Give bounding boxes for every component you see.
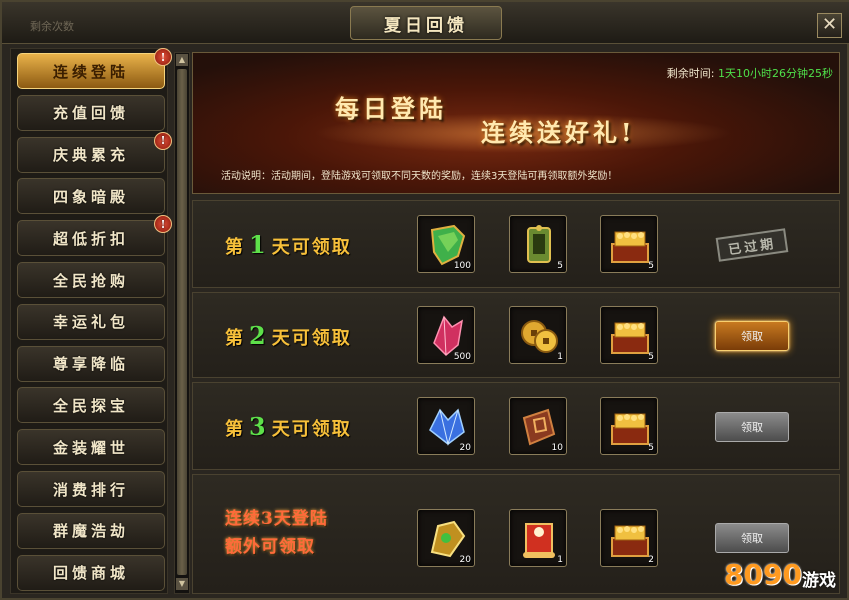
bonus-line-2: 额外可领取 <box>225 537 315 557</box>
claim-button[interactable]: 领取 <box>715 321 789 351</box>
watermark-text: 游戏 <box>802 571 836 591</box>
item-quantity: 5 <box>648 261 654 271</box>
claim-button[interactable]: 领取 <box>715 523 789 553</box>
day-prefix: 第 <box>225 237 245 258</box>
day-label: 第 3 天可领取 <box>225 412 352 441</box>
sidebar-item-8[interactable]: 尊享降临 <box>17 345 165 382</box>
day-suffix: 天可领取 <box>271 419 352 440</box>
expired-stamp: 已过期 <box>715 228 789 262</box>
sidebar-item-label: 超低折扣 <box>52 229 129 248</box>
sidebar-item-label: 庆典累充 <box>52 146 129 165</box>
bonus-label: 连续3天登陆 额外可领取 <box>225 505 328 561</box>
day-label: 第 2 天可领取 <box>225 321 352 350</box>
item-quantity: 10 <box>551 443 563 453</box>
reward-slot[interactable]: 5 <box>509 215 567 273</box>
timer-label: 剩余时间: <box>666 67 715 80</box>
day-number: 2 <box>249 321 268 350</box>
day-label: 第 1 天可领取 <box>225 230 352 259</box>
day-number: 3 <box>249 412 268 441</box>
item-quantity: 20 <box>459 555 471 565</box>
item-quantity: 1 <box>557 352 563 362</box>
reward-slot[interactable]: 5 <box>600 306 658 364</box>
sidebar-item-label: 全民抢购 <box>52 271 129 290</box>
item-quantity: 5 <box>648 352 654 362</box>
item-quantity: 100 <box>453 261 471 271</box>
item-quantity: 1 <box>557 555 563 565</box>
sidebar-scrollbar[interactable]: ▲ ▼ <box>174 52 190 594</box>
sidebar-item-6[interactable]: 全民抢购 <box>17 262 165 298</box>
day-number: 1 <box>249 230 268 259</box>
remaining-time: 剩余时间: 1天10小时26分钟25秒 <box>667 65 833 81</box>
sidebar-item-label: 充值回馈 <box>52 104 129 123</box>
reward-slot[interactable]: 10 <box>509 397 567 455</box>
title-bar: 剩余次数 夏日回馈 ✕ <box>2 2 849 44</box>
reward-row-day-1: 第 1 天可领取 100 5 5 已过期 <box>192 200 840 288</box>
sidebar-item-label: 群魔浩劫 <box>52 522 129 541</box>
event-banner: 每日登陆 连续送好礼! 剩余时间: 1天10小时26分钟25秒 活动说明：活动期… <box>192 52 840 194</box>
reward-slot[interactable]: 5 <box>600 397 658 455</box>
claim-button[interactable]: 领取 <box>715 412 789 442</box>
watermark-digits: 8090 <box>724 558 802 591</box>
bonus-line-1: 连续3天登陆 <box>225 509 328 529</box>
sidebar-item-7[interactable]: 幸运礼包 <box>17 303 165 340</box>
sidebar-item-label: 尊享降临 <box>52 355 129 374</box>
sidebar-item-5[interactable]: 超低折扣! <box>17 215 172 257</box>
reward-row-day-3: 第 3 天可领取 20 10 5 领取 <box>192 382 840 470</box>
window-title: 夏日回馈 <box>350 6 502 40</box>
sidebar-item-label: 幸运礼包 <box>52 313 129 332</box>
timer-value: 1天10小时26分钟25秒 <box>718 67 833 80</box>
banner-title-daily-login: 每日登陆 <box>335 94 447 123</box>
scroll-up-icon[interactable]: ▲ <box>176 54 188 66</box>
close-button[interactable]: ✕ <box>817 13 842 38</box>
sidebar: 连续登陆! 充值回馈庆典累充! 四象暗殿超低折扣! 全民抢购幸运礼包尊享降临全民探宝金… <box>10 48 172 594</box>
alert-badge-icon: ! <box>154 215 172 234</box>
banner-title-gifts: 连续送好礼! <box>481 118 636 147</box>
sidebar-item-3[interactable]: 庆典累充! <box>17 131 172 173</box>
day-suffix: 天可领取 <box>271 237 352 258</box>
reward-slot[interactable]: 1 <box>509 509 567 567</box>
sidebar-item-label: 四象暗殿 <box>52 187 129 206</box>
day-prefix: 第 <box>225 419 245 440</box>
reward-slot[interactable]: 20 <box>417 509 475 567</box>
sidebar-item-1[interactable]: 连续登陆! <box>17 48 172 89</box>
sidebar-item-label: 全民探宝 <box>52 396 129 415</box>
reward-slot[interactable]: 5 <box>600 215 658 273</box>
sidebar-item-4[interactable]: 四象暗殿 <box>17 178 165 215</box>
sidebar-item-2[interactable]: 充值回馈 <box>17 94 165 131</box>
item-quantity: 2 <box>648 555 654 565</box>
sidebar-item-12[interactable]: 群魔浩劫 <box>17 512 165 549</box>
ghost-label: 剩余次数 <box>30 20 74 33</box>
scroll-down-icon[interactable]: ▼ <box>176 578 188 590</box>
item-quantity: 5 <box>648 443 654 453</box>
site-watermark-logo: 8090 游戏 <box>724 552 846 596</box>
alert-badge-icon: ! <box>154 131 172 150</box>
reward-slot[interactable]: 500 <box>417 306 475 364</box>
sidebar-item-13[interactable]: 回馈商城 <box>17 554 165 591</box>
reward-slot[interactable]: 2 <box>600 509 658 567</box>
sidebar-item-label: 连续登陆 <box>52 62 129 81</box>
sidebar-item-label: 回馈商城 <box>52 564 129 583</box>
reward-slot[interactable]: 20 <box>417 397 475 455</box>
reward-slot[interactable]: 100 <box>417 215 475 273</box>
sidebar-item-11[interactable]: 消费排行 <box>17 471 165 507</box>
item-quantity: 20 <box>459 443 471 453</box>
reward-slot[interactable]: 1 <box>509 306 567 364</box>
scroll-thumb[interactable] <box>177 69 187 575</box>
alert-badge-icon: ! <box>154 48 172 66</box>
item-quantity: 5 <box>557 261 563 271</box>
sidebar-item-10[interactable]: 金装耀世 <box>17 429 165 466</box>
item-quantity: 500 <box>453 352 471 362</box>
day-prefix: 第 <box>225 328 245 349</box>
reward-row-day-2: 第 2 天可领取 500 1 5 领取 <box>192 292 840 378</box>
sidebar-item-9[interactable]: 全民探宝 <box>17 387 165 424</box>
event-description: 活动说明：活动期间，登陆游戏可领取不同天数的奖励，连续3天登陆可再领取额外奖励！ <box>221 171 618 182</box>
sidebar-item-label: 金装耀世 <box>52 438 129 457</box>
event-window: 剩余次数 夏日回馈 ✕ 连续登陆! 充值回馈庆典累充! 四象暗殿超低折扣! 全民抢购幸… <box>0 0 849 600</box>
day-suffix: 天可领取 <box>271 328 352 349</box>
sidebar-item-label: 消费排行 <box>52 480 129 499</box>
